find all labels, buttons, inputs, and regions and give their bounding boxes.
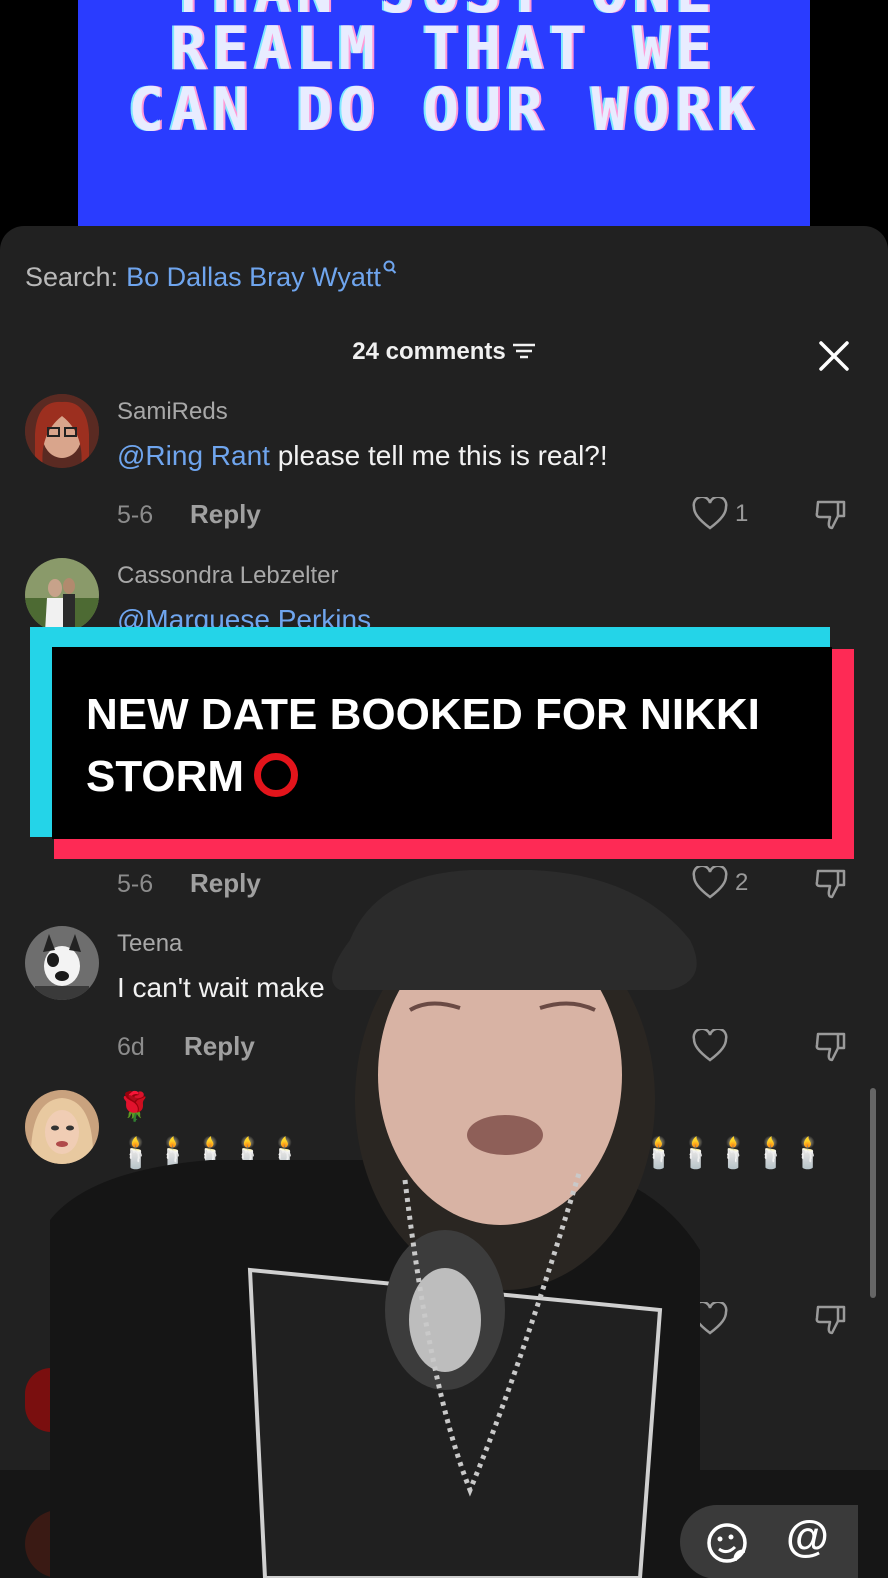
video-text-line-2: CAN DO OUR WORK [128,75,760,145]
thumbs-down-icon[interactable] [814,496,850,532]
heart-icon[interactable] [692,497,728,531]
creator-video-overlay [50,870,700,1578]
comment-body: please tell me this is real?! [269,440,608,471]
close-icon[interactable] [816,338,852,374]
search-label: Search: [25,262,119,292]
avatar[interactable] [25,558,99,632]
video-background: THAN JUST ONE REALM THAT WE CAN DO OUR W… [0,0,888,240]
banner-line-1: NEW DATE BOOKED FOR NIKKI [86,690,760,739]
thumbs-down-icon[interactable] [814,865,850,901]
search-term[interactable]: Bo Dallas Bray Wyatt [126,262,381,292]
comment-text: @Ring Rant please tell me this is real?! [117,440,608,472]
comment-mention[interactable]: @Ring Rant [117,440,270,471]
mention-button[interactable]: @ [786,1512,829,1562]
like-count: 1 [735,500,749,527]
search-suggestion[interactable]: Search: Bo Dallas Bray Wyatt [25,260,397,293]
sticker-emoji-icon[interactable] [705,1521,749,1565]
scrollbar[interactable] [870,1088,876,1298]
comment-username[interactable]: SamiReds [117,398,228,426]
comments-count-header[interactable]: 24 comments [0,338,888,366]
red-circle-icon [254,753,299,797]
video-text-line-1: REALM THAT WE [170,14,718,84]
search-icon [383,260,397,274]
caption-banner: NEW DATE BOOKED FOR NIKKI STORM [30,627,854,859]
thumbs-down-icon[interactable] [814,1301,850,1337]
banner-text: NEW DATE BOOKED FOR NIKKI STORM [86,684,826,808]
banner-line-2: STORM [86,752,245,801]
avatar[interactable] [25,394,99,468]
reply-button[interactable]: Reply [190,499,261,530]
comment-date: 5-6 [117,501,154,529]
sort-filter-icon[interactable] [512,342,536,360]
comment-username[interactable]: Cassondra Lebzelter [117,562,338,590]
thumbs-down-icon[interactable] [814,1028,850,1064]
video-blue-screen: THAN JUST ONE REALM THAT WE CAN DO OUR W… [78,0,810,228]
comments-count: 24 comments [352,338,506,365]
like-count: 2 [735,869,749,896]
